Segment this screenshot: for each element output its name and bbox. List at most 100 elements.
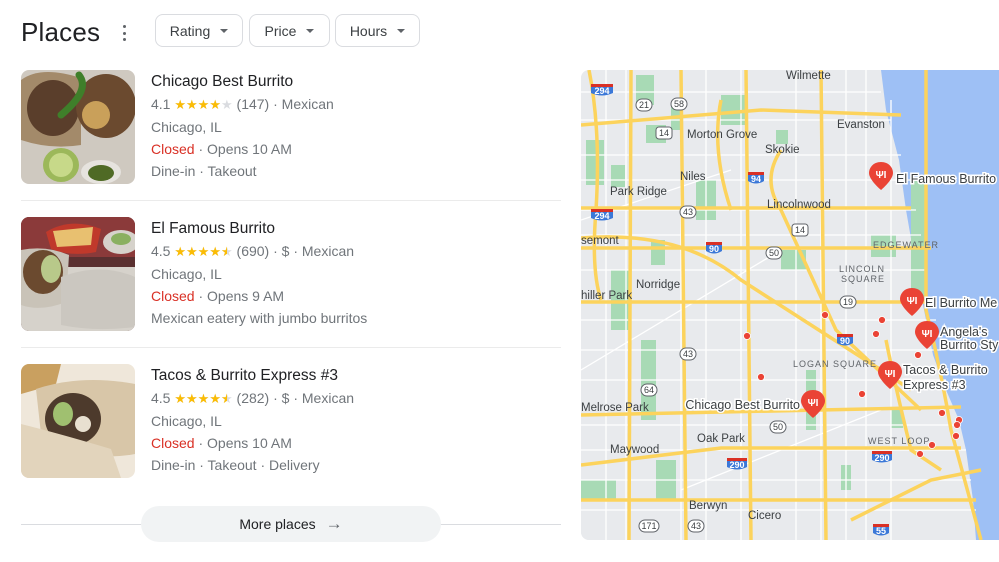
place-item-chicago-best-burrito[interactable]: Chicago Best Burrito 4.1 ★★★★★★★★★★ (147… <box>21 70 561 185</box>
city-maywood: Maywood <box>610 444 659 456</box>
svg-text:58: 58 <box>674 99 684 109</box>
city-melrose-park: Melrose Park <box>581 402 649 414</box>
opening-time: · Opens 10 AM <box>194 435 292 451</box>
svg-text:50: 50 <box>769 248 779 258</box>
restaurant-icon: ΨI <box>885 369 896 380</box>
map[interactable]: 294 294 94 90 90 290 290 55 21 58 14 14 … <box>581 70 999 540</box>
place-item-tacos-burrito-express[interactable]: Tacos & Burrito Express #3 4.5 ★★★★★ ★★★★… <box>21 364 561 479</box>
rating-stars-icon: ★★★★★★★★★★ <box>174 244 233 259</box>
map-canvas[interactable]: 294 294 94 90 90 290 290 55 21 58 14 14 … <box>581 70 999 540</box>
filter-hours-button[interactable]: Hours <box>335 14 420 47</box>
rating-value: 4.5 <box>151 243 171 259</box>
review-count: (147) <box>236 96 270 112</box>
status-closed: Closed <box>151 435 195 451</box>
rating-stars-icon: ★★★★★★★★★★ <box>174 97 233 112</box>
burrito-photo-2 <box>21 217 135 331</box>
place-location: Chicago, IL <box>151 119 222 135</box>
svg-text:14: 14 <box>795 225 805 235</box>
city-niles: Niles <box>680 171 706 183</box>
city-park-ridge: Park Ridge <box>610 186 667 198</box>
svg-text:90: 90 <box>840 336 850 346</box>
burrito-photo-3 <box>21 364 135 478</box>
category: · Mexican <box>269 96 334 112</box>
svg-text:171: 171 <box>641 521 656 531</box>
place-rating-line: 4.5 ★★★★★ ★★★★★ (282) · $ · Mexican <box>151 387 354 410</box>
status-closed: Closed <box>151 141 195 157</box>
caret-down-icon <box>220 29 229 33</box>
svg-text:19: 19 <box>843 297 853 307</box>
page-title: Places <box>21 16 101 47</box>
city-evanston: Evanston <box>837 119 885 131</box>
city-rosemont: semont <box>581 235 620 247</box>
place-name[interactable]: El Famous Burrito <box>151 218 367 240</box>
place-photo[interactable] <box>21 217 135 331</box>
place-rating-line: 4.5 ★★★★★ ★★★★★ (690) · $ · Mexican <box>151 240 367 263</box>
restaurant-icon: ΨI <box>922 329 933 340</box>
svg-text:Tacos & Burrito: Tacos & Burrito <box>903 363 988 377</box>
svg-text:64: 64 <box>644 385 654 395</box>
place-name[interactable]: Chicago Best Burrito <box>151 71 334 93</box>
city-lincolnwood: Lincolnwood <box>767 199 831 211</box>
filter-rating-label: Rating <box>169 22 211 39</box>
more-places-button[interactable]: More places → <box>141 506 441 542</box>
svg-text:94: 94 <box>751 174 761 184</box>
place-location: Chicago, IL <box>151 266 222 282</box>
place-name[interactable]: Tacos & Burrito Express #3 <box>151 365 354 387</box>
svg-text:43: 43 <box>683 207 693 217</box>
city-oak-park: Oak Park <box>697 433 745 445</box>
divider <box>21 200 561 201</box>
neighborhood-west-loop: WEST LOOP <box>868 436 930 446</box>
burrito-photo-1 <box>21 70 135 184</box>
restaurant-icon: ΨI <box>808 398 819 409</box>
filter-price-label: Price <box>264 22 297 39</box>
neighborhood-edgewater: EDGEWATER <box>873 240 939 250</box>
places-header: Places <box>21 14 100 50</box>
review-count: (690) <box>236 243 270 259</box>
city-wilmette: Wilmette <box>786 70 831 82</box>
more-places-label: More places <box>239 516 316 532</box>
neighborhood-logan-square: LOGAN SQUARE <box>793 359 877 369</box>
svg-text:Burrito Sty: Burrito Sty <box>940 338 999 352</box>
svg-text:55: 55 <box>876 526 886 536</box>
rating-value: 4.1 <box>151 96 171 112</box>
city-norridge: Norridge <box>636 279 680 291</box>
city-morton-grove: Morton Grove <box>687 129 757 141</box>
filter-hours-label: Hours <box>349 22 388 39</box>
opening-time: · Opens 9 AM <box>194 288 285 304</box>
city-schiller-park: hiller Park <box>581 290 632 302</box>
place-photo[interactable] <box>21 70 135 184</box>
rating-value: 4.5 <box>151 390 171 406</box>
price-category: · $ · Mexican <box>269 390 355 406</box>
place-services: Dine-in · Takeout · Delivery <box>151 457 320 473</box>
place-services: Dine-in · Takeout <box>151 163 257 179</box>
filter-rating-button[interactable]: Rating <box>155 14 243 47</box>
place-item-el-famous-burrito[interactable]: El Famous Burrito 4.5 ★★★★★ ★★★★★ (690) ·… <box>21 217 561 332</box>
map-pin-angelas-burrito-style[interactable]: ΨI Angela's Burrito Sty <box>915 321 999 354</box>
restaurant-icon: ΨI <box>907 296 918 307</box>
divider <box>21 347 561 348</box>
place-hours: Closed · Opens 9 AM <box>151 285 367 307</box>
place-hours: Closed · Opens 10 AM <box>151 138 334 160</box>
city-cicero: Cicero <box>748 510 781 522</box>
svg-text:Express #3: Express #3 <box>903 378 966 392</box>
filter-price-button[interactable]: Price <box>249 14 330 47</box>
svg-text:50: 50 <box>773 422 783 432</box>
place-location: Chicago, IL <box>151 413 222 429</box>
opening-time: · Opens 10 AM <box>194 141 292 157</box>
svg-text:43: 43 <box>683 349 693 359</box>
svg-text:Chicago Best Burrito: Chicago Best Burrito <box>685 398 800 412</box>
review-count: (282) <box>236 390 270 406</box>
place-description: Mexican eatery with jumbo burritos <box>151 310 368 326</box>
rating-stars-icon: ★★★★★★★★★★ <box>174 391 233 406</box>
place-hours: Closed · Opens 10 AM <box>151 432 354 454</box>
svg-text:43: 43 <box>691 521 701 531</box>
svg-text:El Famous Burrito: El Famous Burrito <box>896 172 996 186</box>
caret-down-icon <box>306 29 315 33</box>
status-closed: Closed <box>151 288 195 304</box>
place-photo[interactable] <box>21 364 135 478</box>
svg-text:90: 90 <box>709 244 719 254</box>
city-berwyn: Berwyn <box>689 500 727 512</box>
price-category: · $ · Mexican <box>269 243 355 259</box>
more-vert-icon[interactable] <box>121 25 127 41</box>
neighborhood-lincoln-square: SQUARE <box>841 274 885 284</box>
